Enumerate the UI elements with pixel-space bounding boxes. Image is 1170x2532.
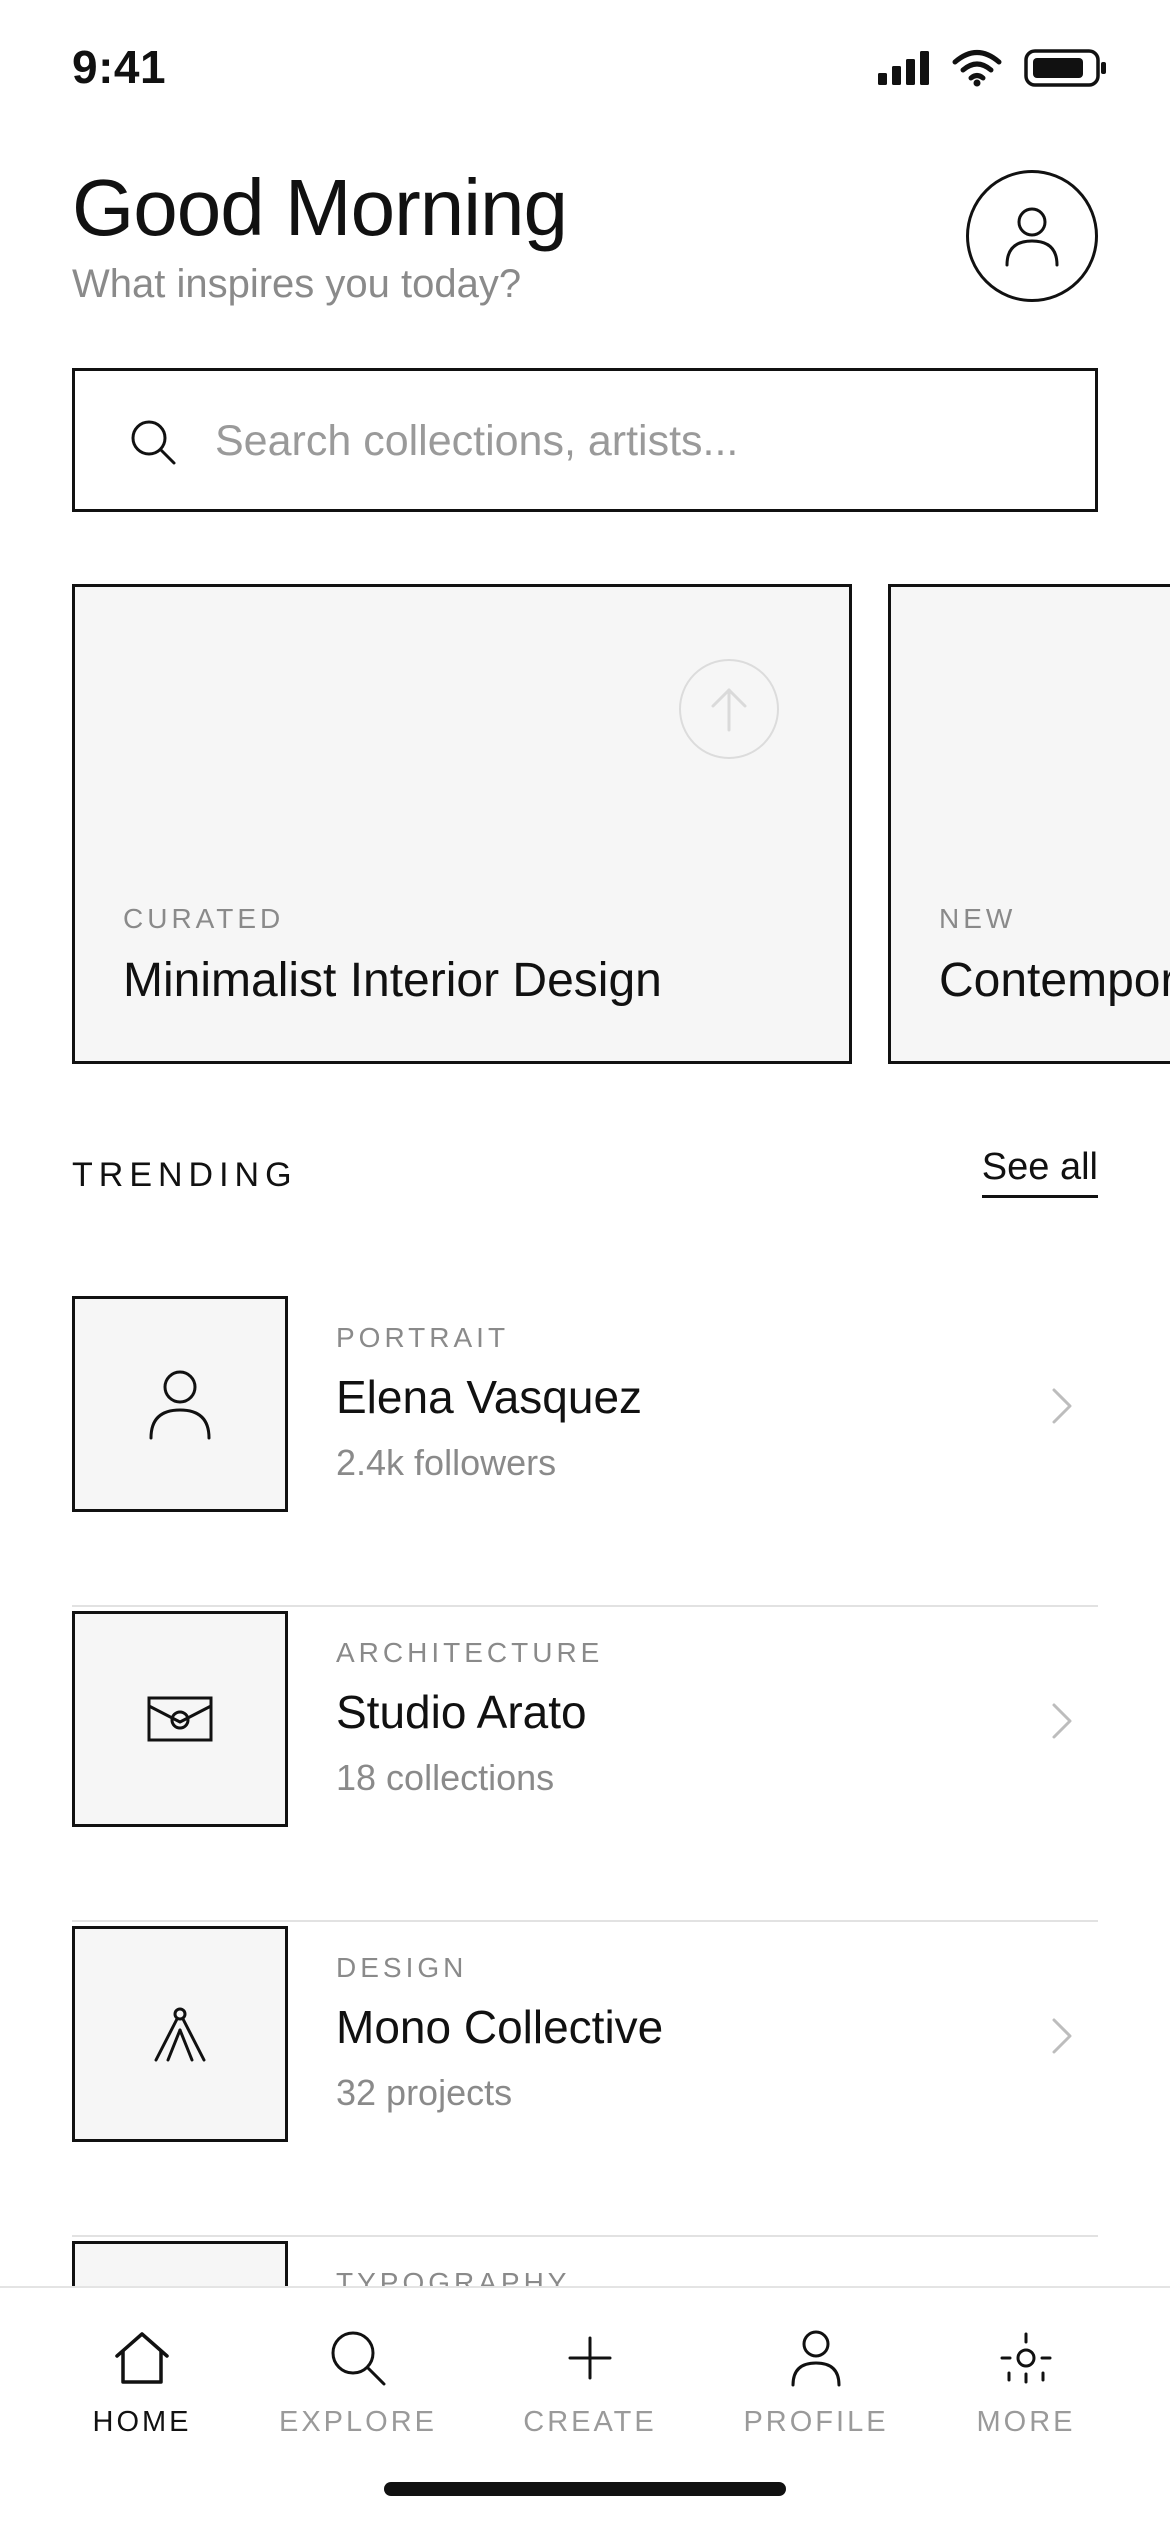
list-item-meta: 18 collections <box>336 1757 555 1798</box>
wifi-icon <box>952 50 1002 87</box>
search-icon <box>328 2328 388 2388</box>
list-item-category: DESIGN <box>336 1952 468 1983</box>
list-item-name: Elena Vasquez <box>336 1371 643 1423</box>
arrow-up-icon <box>711 688 747 732</box>
nav-home[interactable]: HOME <box>42 2328 242 2458</box>
envelope-icon <box>147 1696 213 1742</box>
status-icons <box>878 46 1108 90</box>
battery-icon <box>1024 49 1106 87</box>
nav-label: CREATE <box>523 2406 657 2438</box>
page-title: Good Morning <box>72 163 568 252</box>
card-title: Minimalist Interior Design <box>123 954 662 1007</box>
compass-icon <box>154 2007 206 2062</box>
status-bar: 9:41 <box>0 0 1170 140</box>
nav-more[interactable]: MORE <box>926 2328 1126 2458</box>
list-item[interactable]: DESIGN Mono Collective 32 projects <box>72 1922 1098 2237</box>
list-item[interactable]: TYPOGRAPHY <box>72 2237 1098 2286</box>
section-title-trending: TRENDING <box>72 1156 298 1194</box>
trending-list: PORTRAIT Elena Vasquez 2.4k followers AR… <box>72 1292 1098 2286</box>
avatar-button[interactable] <box>966 170 1098 302</box>
list-item-thumbnail <box>72 1611 288 1827</box>
list-item-thumbnail <box>72 1926 288 2142</box>
card-title: Contempor <box>939 954 1170 1007</box>
person-icon <box>149 1370 211 1440</box>
nav-label: EXPLORE <box>279 2406 437 2438</box>
card-tag: NEW <box>939 903 1017 934</box>
nav-profile[interactable]: PROFILE <box>716 2328 916 2458</box>
nav-label: MORE <box>976 2406 1076 2438</box>
card-tag: CURATED <box>123 903 285 934</box>
person-icon <box>1005 207 1059 267</box>
nav-explore[interactable]: EXPLORE <box>258 2328 458 2458</box>
nav-create[interactable]: CREATE <box>490 2328 690 2458</box>
page-subtitle: What inspires you today? <box>72 262 522 306</box>
nav-label: PROFILE <box>743 2406 889 2438</box>
chevron-right-icon <box>1052 1703 1072 1739</box>
list-item-name: Studio Arato <box>336 1686 587 1738</box>
chevron-right-icon <box>1052 1388 1072 1424</box>
search-icon <box>131 420 176 465</box>
nav-label: HOME <box>92 2406 192 2438</box>
search-input[interactable] <box>215 411 1075 471</box>
list-item-category: ARCHITECTURE <box>336 1637 604 1668</box>
see-all-link[interactable]: See all <box>981 1146 1098 1198</box>
list-item-meta: 32 projects <box>336 2072 513 2113</box>
cellular-signal-icon <box>878 51 929 85</box>
plus-icon <box>560 2328 620 2388</box>
home-icon <box>112 2328 172 2388</box>
arrow-up-button[interactable] <box>679 659 779 759</box>
person-icon <box>786 2328 846 2388</box>
status-time: 9:41 <box>72 41 167 93</box>
featured-card[interactable]: CURATED Minimalist Interior Design <box>72 584 852 1064</box>
sun-icon <box>996 2328 1056 2388</box>
list-item-name: Mono Collective <box>336 2001 664 2053</box>
list-item-category: TYPOGRAPHY <box>336 2267 571 2286</box>
list-item[interactable]: PORTRAIT Elena Vasquez 2.4k followers <box>72 1292 1098 1607</box>
home-indicator[interactable] <box>384 2482 786 2496</box>
featured-carousel[interactable]: CURATED Minimalist Interior Design NEW C… <box>72 584 1170 1064</box>
list-item-category: PORTRAIT <box>336 1322 510 1353</box>
list-item-thumbnail <box>72 1296 288 1512</box>
chevron-right-icon <box>1052 2018 1072 2054</box>
search-bar[interactable] <box>72 368 1098 512</box>
list-item[interactable]: ARCHITECTURE Studio Arato 18 collections <box>72 1607 1098 1922</box>
list-item-meta: 2.4k followers <box>336 1442 557 1483</box>
bottom-nav: HOME EXPLORE CREATE PROFILE MORE <box>0 2286 1170 2532</box>
list-item-thumbnail <box>72 2241 288 2286</box>
featured-card[interactable]: NEW Contempor <box>888 584 1170 1064</box>
